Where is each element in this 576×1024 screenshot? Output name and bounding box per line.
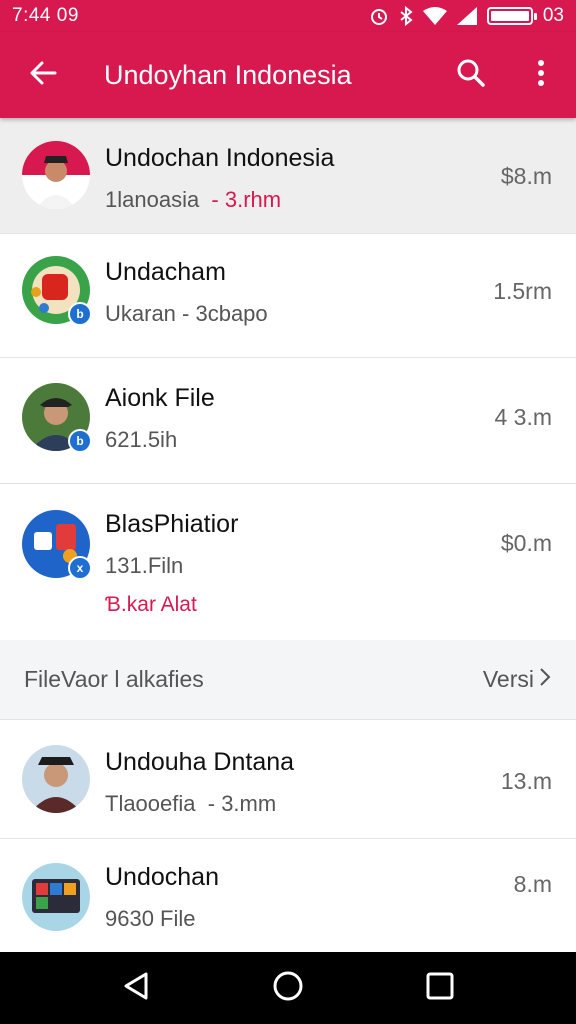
list-item[interactable]: Undochan 9630 File 8.m xyxy=(0,839,576,959)
wifi-icon xyxy=(422,7,447,25)
row-text: Undacham Ukaran - 3cbapo xyxy=(105,258,268,327)
avatar xyxy=(22,863,90,931)
item-size: 4 3.m xyxy=(494,404,552,430)
item-subtitle: Ukaran - 3cbapo xyxy=(105,301,268,326)
item-size: 13.m xyxy=(500,768,552,794)
app-bar: Undoyhan Indonesia xyxy=(0,32,576,118)
item-tag: Ɓ.kar Alat xyxy=(105,593,197,616)
avatar xyxy=(22,141,90,209)
item-size: 1.5rm xyxy=(493,278,552,304)
nav-home-button[interactable] xyxy=(248,952,328,1024)
battery-text: 03 xyxy=(542,5,564,26)
battery-fill xyxy=(490,11,529,21)
item-subtitle-main: Tlaooefia xyxy=(105,791,196,816)
item-subtitle-main: 1lanoasia xyxy=(105,187,200,212)
row-text: Undochan 9630 File xyxy=(105,863,219,932)
badge: b xyxy=(68,302,92,326)
item-subtitle: 1lanoasia - 3.rhm xyxy=(105,187,334,213)
list-item[interactable]: b Aionk File 621.5ih 4 3.m xyxy=(0,358,576,484)
avatar: x xyxy=(22,510,92,580)
list-item[interactable]: b Undacham Ukaran - 3cbapo 1.5rm xyxy=(0,234,576,358)
section-header: FileVaor l alkafies Versi xyxy=(0,640,576,720)
section-link-button[interactable]: Versi xyxy=(483,666,552,694)
status-time: 7:44 09 xyxy=(12,5,79,26)
status-bar: 7:44 09 03 xyxy=(0,0,576,32)
section-title: FileVaor l alkafies xyxy=(24,666,204,692)
avatar xyxy=(22,745,90,813)
bluetooth-icon xyxy=(399,6,413,26)
row-text: Aionk File 621.5ih xyxy=(105,384,215,453)
more-vert-icon xyxy=(536,58,546,93)
section-link-label: Versi xyxy=(482,666,534,692)
row-text: Undouha Dntana Tlaooefia - 3.mm xyxy=(105,748,294,817)
chevron-right-icon xyxy=(538,666,552,694)
item-subtitle: 9630 File xyxy=(105,906,196,931)
item-title: BlasPhiatior xyxy=(105,510,239,538)
system-nav-bar xyxy=(0,952,576,1024)
alarm-icon xyxy=(369,6,389,26)
list-item[interactable]: Undochan Indonesia 1lanoasia - 3.rhm $8.… xyxy=(0,118,576,234)
item-subtitle-accent: - 3.rhm xyxy=(211,187,282,212)
nav-home-icon xyxy=(272,970,304,1007)
avatar: b xyxy=(22,256,92,326)
overflow-menu-button[interactable] xyxy=(506,32,576,118)
item-size: 8.m xyxy=(513,871,552,897)
item-title: Undochan xyxy=(105,863,219,891)
battery-icon xyxy=(486,7,537,25)
file-list: Undochan Indonesia 1lanoasia - 3.rhm $8.… xyxy=(0,118,576,959)
back-button[interactable] xyxy=(0,32,86,118)
item-title: Aionk File xyxy=(105,384,215,412)
item-title: Undochan Indonesia xyxy=(105,144,335,172)
signal-icon xyxy=(456,7,477,25)
search-icon xyxy=(456,58,486,93)
row-text: Undochan Indonesia 1lanoasia - 3.rhm xyxy=(105,144,334,213)
item-subtitle: 621.5ih xyxy=(105,427,178,452)
nav-recents-icon xyxy=(425,971,455,1006)
item-size: $0.m xyxy=(500,530,552,556)
nav-back-icon xyxy=(120,970,152,1007)
badge: b xyxy=(68,429,92,453)
item-subtitle: 131.Filn xyxy=(105,553,184,578)
badge: x xyxy=(68,556,92,580)
item-title: Undacham xyxy=(105,258,226,286)
list-item[interactable]: x BlasPhiatior 131.Filn Ɓ.kar Alat $0.m xyxy=(0,484,576,640)
search-button[interactable] xyxy=(436,32,506,118)
status-icons: 03 xyxy=(369,5,564,27)
item-title: Undouha Dntana xyxy=(105,748,295,776)
item-subtitle-accent: - 3.mm xyxy=(207,791,277,816)
item-size: $8.m xyxy=(500,163,552,189)
row-text: BlasPhiatior 131.Filn Ɓ.kar Alat xyxy=(105,510,238,617)
arrow-back-icon xyxy=(27,57,59,94)
item-subtitle: Tlaooefia - 3.mm xyxy=(105,791,294,817)
page-title: Undoyhan Indonesia xyxy=(104,59,352,90)
list-item[interactable]: Undouha Dntana Tlaooefia - 3.mm 13.m xyxy=(0,720,576,839)
avatar: b xyxy=(22,383,92,453)
nav-back-button[interactable] xyxy=(96,952,176,1024)
nav-recents-button[interactable] xyxy=(400,952,480,1024)
